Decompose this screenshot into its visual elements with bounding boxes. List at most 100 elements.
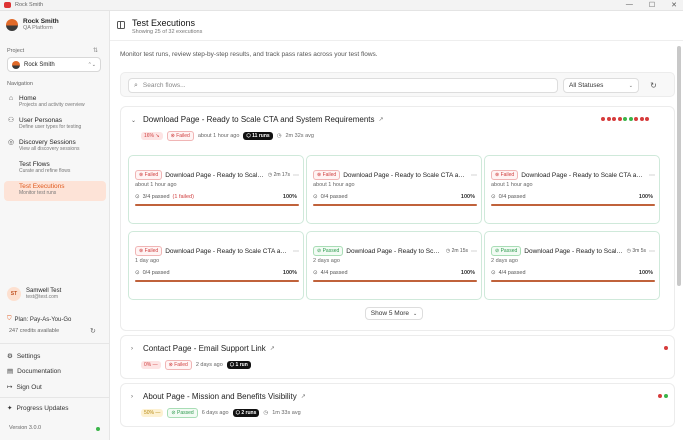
external-link-icon[interactable]: ↗ <box>379 116 384 123</box>
chevron-down-icon: ⌄ <box>628 82 633 89</box>
run-status-dot <box>658 394 662 398</box>
check-circle-icon: ⊙ <box>491 270 496 276</box>
card-pass-summary: ⊙ 4/4 passed <box>313 270 348 276</box>
search-icon: ⌕ <box>134 81 138 89</box>
refresh-button[interactable]: ↻ <box>646 78 661 93</box>
show-more-button[interactable]: Show 5 More ⌄ <box>365 307 423 320</box>
project-select[interactable]: Rock Smith ⌃⌄ <box>7 57 101 72</box>
settings-link[interactable]: ⚙ Settings <box>7 352 40 361</box>
execution-card[interactable]: ⊘ PassedDownload Page - Ready to Scale C… <box>306 231 482 300</box>
main-content: Test Executions Showing 25 of 32 executi… <box>110 11 683 440</box>
card-title: Download Page - Ready to Scale CTA and S… <box>524 247 623 255</box>
search-input[interactable] <box>142 82 552 89</box>
status-filter-value: All Statuses <box>569 82 604 89</box>
status-label: Failed <box>144 248 159 254</box>
status-badge: ⊗ Failed <box>166 131 194 141</box>
check-circle-icon: ⊙ <box>313 194 318 200</box>
nav-subtitle: Define user types for testing <box>19 124 82 130</box>
refresh-credits-icon[interactable]: ↻ <box>90 327 96 335</box>
group-title[interactable]: Download Page - Ready to Scale CTA and S… <box>143 115 384 124</box>
nav-item-home[interactable]: ⌂ Home Projects and activity overview <box>4 93 106 113</box>
run-history-dots <box>601 117 649 121</box>
sort-icon[interactable]: ⇅ <box>93 47 98 54</box>
progress-bar <box>313 280 477 282</box>
chevron-updown-icon: ⌃⌄ <box>87 61 96 68</box>
card-time: 2 days ago <box>313 258 340 264</box>
app-subtitle: QA Platform <box>23 25 53 31</box>
execution-card[interactable]: ⊗ FailedDownload Page - Ready to Scale C… <box>128 155 304 224</box>
check-circle-icon: ⊙ <box>135 270 140 276</box>
group-meta: 0% — ⊗ Failed 2 days ago ⬡ 1 run <box>141 360 251 370</box>
execution-card[interactable]: ⊗ FailedDownload Page - Ready to Scale C… <box>128 231 304 300</box>
credits-text: 247 credits available <box>9 328 60 334</box>
status-label: Passed <box>322 248 340 254</box>
progress-updates-label: Progress Updates <box>16 404 69 412</box>
more-options-icon[interactable]: ⋯ <box>471 172 477 179</box>
chevron-down-icon[interactable]: ⌄ <box>131 117 136 124</box>
close-button[interactable]: ✕ <box>671 1 677 9</box>
progress-bar <box>135 204 299 206</box>
sidebar-toggle-icon[interactable] <box>117 21 125 29</box>
more-options-icon[interactable]: ⋯ <box>471 248 477 255</box>
card-title: Download Page - Ready to Scale CTA and S… <box>521 171 646 179</box>
chevron-right-icon[interactable]: › <box>131 346 133 352</box>
app-logo-icon <box>6 18 18 31</box>
page-subtitle: Showing 25 of 32 executions <box>132 29 203 35</box>
status-filter-select[interactable]: All Statuses ⌄ <box>563 78 639 93</box>
nav-title: User Personas <box>19 117 62 124</box>
nav-title: Discovery Sessions <box>19 139 76 146</box>
more-options-icon[interactable]: ⋯ <box>649 248 655 255</box>
status-dot <box>96 427 100 431</box>
nav-subtitle: Projects and activity overview <box>19 102 85 108</box>
app-header[interactable]: Rock Smith QA Platform <box>6 18 59 31</box>
status-label: Failed <box>176 133 190 139</box>
execution-card[interactable]: ⊘ PassedDownload Page - Ready to Scale C… <box>484 231 660 300</box>
card-time: about 1 hour ago <box>135 182 177 188</box>
group-title[interactable]: Contact Page - Email Support Link ↗ <box>143 344 275 353</box>
filter-bar: ⌕ All Statuses ⌄ ↻ <box>120 72 675 97</box>
version-text: Version 3.0.0 <box>9 425 42 431</box>
run-status-dot <box>606 117 611 121</box>
scrollbar[interactable] <box>677 46 681 286</box>
execution-group: › Contact Page - Email Support Link ↗ 0%… <box>120 335 675 379</box>
nav-item-test-executions[interactable]: Test Executions Monitor test runs <box>4 181 106 201</box>
avg-duration: 1m 33s avg <box>272 410 301 416</box>
execution-card[interactable]: ⊗ FailedDownload Page - Ready to Scale C… <box>306 155 482 224</box>
status-label: Passed <box>500 248 518 254</box>
progress-updates-link[interactable]: ✦ Progress Updates <box>7 404 69 413</box>
sidebar: Rock Smith QA Platform Project ⇅ Rock Sm… <box>0 11 110 440</box>
progress-percent: 100% <box>460 194 475 200</box>
account-menu[interactable]: ST Samwell Test test@test.com <box>7 287 61 301</box>
group-title[interactable]: About Page - Mission and Benefits Visibi… <box>143 392 306 401</box>
sign-out-link[interactable]: ↦ Sign Out <box>7 383 42 392</box>
search-box[interactable]: ⌕ <box>128 78 558 93</box>
run-status-dot <box>664 346 668 350</box>
gear-icon: ⚙ <box>7 353 13 360</box>
clock-icon: ◷ <box>263 410 269 416</box>
runs-count-badge: ⬡ 11 runs <box>243 132 273 140</box>
more-options-icon[interactable]: ⋯ <box>293 248 299 255</box>
maximize-button[interactable]: ☐ <box>649 1 655 9</box>
status-label: Failed <box>500 172 515 178</box>
page-header: Test Executions Showing 25 of 32 executi… <box>110 11 683 41</box>
group-meta: 16% ↘ ⊗ Failed about 1 hour ago ⬡ 11 run… <box>141 131 314 141</box>
more-options-icon[interactable]: ⋯ <box>293 172 299 179</box>
sparkle-icon: ✦ <box>7 405 13 412</box>
more-options-icon[interactable]: ⋯ <box>649 172 655 179</box>
runs-count-badge: ⬡ 2 runs <box>232 409 260 417</box>
external-link-icon[interactable]: ↗ <box>270 345 275 352</box>
nav-item-test-flows[interactable]: Test Flows Curate and refine flows <box>4 159 106 179</box>
documentation-link[interactable]: ▤ Documentation <box>7 367 61 376</box>
nav-item-user-personas[interactable]: ⚇ User Personas Define user types for tes… <box>4 115 106 135</box>
run-status-dot <box>645 117 649 121</box>
last-run-time: 6 days ago <box>201 410 229 416</box>
card-pass-summary: ⊙ 0/4 passed <box>491 194 526 200</box>
execution-card[interactable]: ⊗ FailedDownload Page - Ready to Scale C… <box>484 155 660 224</box>
external-link-icon[interactable]: ↗ <box>301 393 306 400</box>
chevron-right-icon[interactable]: › <box>131 394 133 400</box>
card-time: 2 days ago <box>491 258 518 264</box>
minimize-button[interactable]: — <box>626 1 633 9</box>
run-status-dot <box>639 117 644 121</box>
nav-item-discovery-sessions[interactable]: ◎ Discovery Sessions View all discovery s… <box>4 137 106 157</box>
card-pass-summary: ⊙ 0/4 passed <box>135 270 170 276</box>
